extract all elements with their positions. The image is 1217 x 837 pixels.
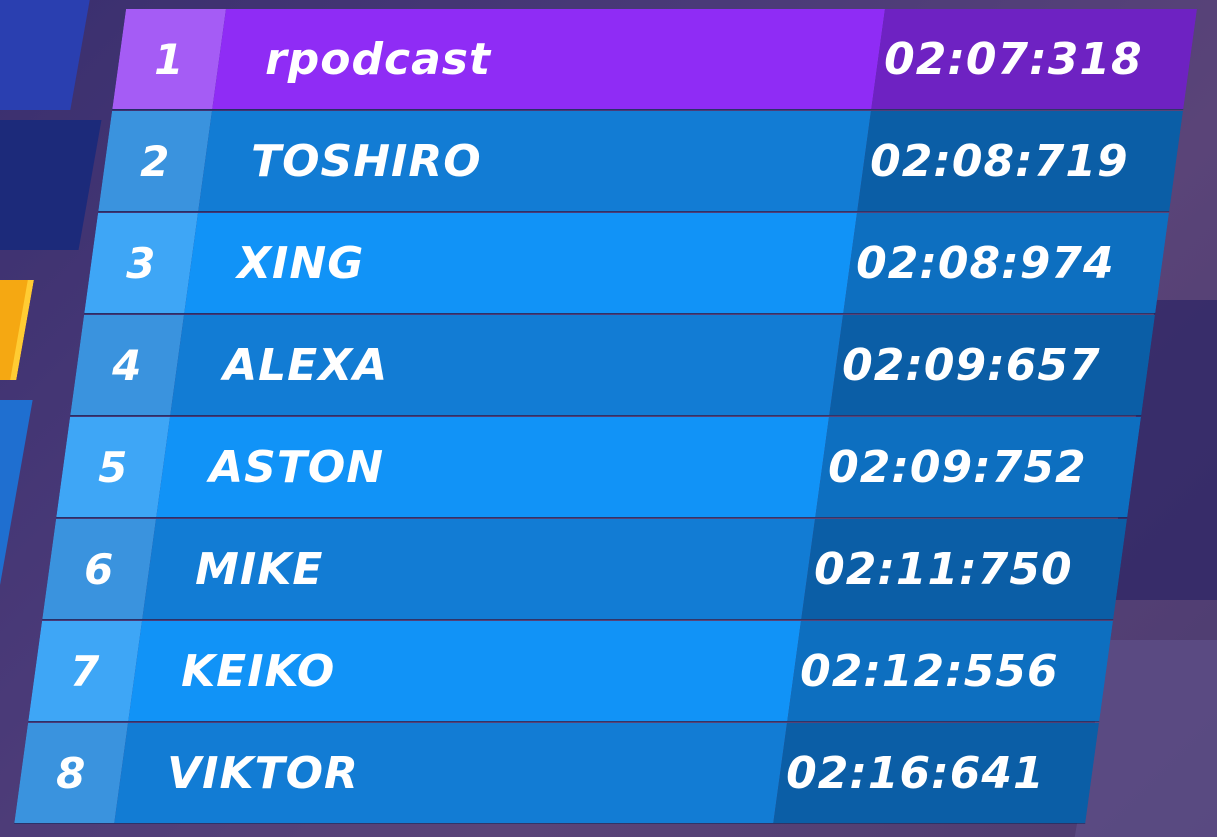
lap-time: 02:11:750 bbox=[813, 543, 1073, 595]
rank-label: 4 bbox=[112, 340, 143, 390]
rank-label: 1 bbox=[154, 34, 185, 84]
player-name: KEIKO bbox=[181, 645, 336, 697]
leaderboard-row-6: 6 MIKE 02:11:750 bbox=[42, 519, 1128, 620]
player-name: ALEXA bbox=[223, 339, 389, 391]
player-name-cell: ALEXA bbox=[170, 315, 843, 415]
leaderboard-row-1: 1 rpodcast 02:07:318 bbox=[112, 9, 1198, 110]
rank-label: 5 bbox=[98, 442, 129, 492]
player-name-cell: rpodcast bbox=[212, 9, 885, 109]
player-name-cell: MIKE bbox=[142, 519, 815, 619]
player-name-cell: TOSHIRO bbox=[198, 111, 871, 211]
rank-label: 3 bbox=[126, 238, 157, 288]
leaderboard-row-7: 7 KEIKO 02:12:556 bbox=[28, 621, 1114, 722]
rank-label: 8 bbox=[56, 748, 87, 798]
lap-time: 02:08:719 bbox=[869, 135, 1129, 187]
leaderboard-row-3: 3 XING 02:08:974 bbox=[84, 213, 1170, 314]
lap-time-cell: 02:08:719 bbox=[857, 111, 1183, 211]
leaderboard-row-5: 5 ASTON 02:09:752 bbox=[56, 417, 1142, 518]
rank-label: 7 bbox=[70, 646, 101, 696]
rank-cell: 6 bbox=[42, 519, 156, 619]
rank-cell: 4 bbox=[70, 315, 184, 415]
lap-time: 02:12:556 bbox=[799, 645, 1059, 697]
player-name-cell: VIKTOR bbox=[114, 723, 788, 823]
player-name: TOSHIRO bbox=[251, 135, 482, 187]
rank-cell: 3 bbox=[84, 213, 198, 313]
player-name: MIKE bbox=[195, 543, 324, 595]
lap-time-cell: 02:07:318 bbox=[871, 9, 1197, 109]
lap-time-cell: 02:09:752 bbox=[815, 417, 1141, 517]
player-name: rpodcast bbox=[265, 33, 492, 85]
player-name-cell: XING bbox=[184, 213, 857, 313]
lap-time: 02:07:318 bbox=[883, 33, 1143, 85]
leaderboard-row-4: 4 ALEXA 02:09:657 bbox=[70, 315, 1156, 416]
rank-cell: 2 bbox=[98, 111, 212, 211]
leaderboard-row-8: 8 VIKTOR 02:16:641 bbox=[14, 723, 1100, 824]
lap-time-cell: 02:12:556 bbox=[787, 621, 1113, 721]
rank-cell: 5 bbox=[56, 417, 170, 517]
lap-time-cell: 02:08:974 bbox=[843, 213, 1169, 313]
lap-time-cell: 02:16:641 bbox=[773, 723, 1099, 823]
rank-label: 2 bbox=[140, 136, 171, 186]
leaderboard-row-2: 2 TOSHIRO 02:08:719 bbox=[98, 111, 1184, 212]
player-name-cell: ASTON bbox=[156, 417, 829, 517]
lap-time-cell: 02:09:657 bbox=[829, 315, 1155, 415]
lap-time: 02:08:974 bbox=[855, 237, 1115, 289]
player-name: XING bbox=[237, 237, 365, 289]
player-name: ASTON bbox=[209, 441, 385, 493]
lap-time: 02:09:752 bbox=[827, 441, 1087, 493]
lap-time: 02:09:657 bbox=[841, 339, 1101, 391]
player-name: VIKTOR bbox=[167, 747, 359, 799]
lap-time-cell: 02:11:750 bbox=[801, 519, 1127, 619]
rank-cell: 7 bbox=[28, 621, 142, 721]
player-name-cell: KEIKO bbox=[128, 621, 801, 721]
rank-cell: 1 bbox=[112, 9, 226, 109]
rank-label: 6 bbox=[84, 544, 115, 594]
rank-cell: 8 bbox=[14, 723, 128, 823]
leaderboard: 1 rpodcast 02:07:318 2 TOSHIRO 02:08:719… bbox=[0, 9, 1217, 825]
lap-time: 02:16:641 bbox=[785, 747, 1045, 799]
